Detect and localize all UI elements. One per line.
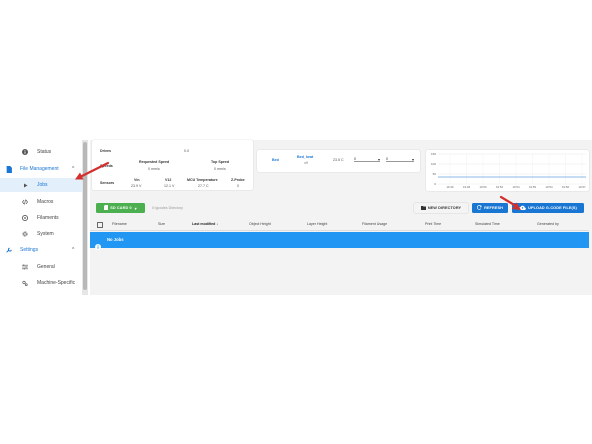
- bed-link[interactable]: Bed: [272, 158, 279, 162]
- chart-x-tick: 19:54: [546, 185, 553, 189]
- info-icon: [22, 149, 28, 155]
- directory-path: 0:/gcodes Directory: [152, 206, 183, 210]
- new-directory-label: NEW DIRECTORY: [427, 206, 462, 210]
- chart-y-tick: 0: [434, 182, 436, 186]
- sidebar-item-label: Status: [37, 149, 52, 155]
- sidebar-group-file-management[interactable]: File Management ^: [0, 162, 82, 176]
- vin-label: Vin: [134, 178, 140, 182]
- active-temp-value: 0: [354, 157, 356, 161]
- sidebar-item-filaments[interactable]: Filaments: [0, 211, 82, 225]
- chart-y-tick: 50: [433, 172, 437, 176]
- sidebar-item-status[interactable]: Status: [0, 145, 82, 159]
- chart-y-tick: 100: [431, 162, 436, 166]
- sidebar-item-label: Jobs: [37, 182, 48, 188]
- disc-icon: [22, 215, 28, 221]
- column-simulated-time[interactable]: Simulated Time: [475, 222, 500, 226]
- mcu-temperature-value: 27.7 C: [198, 184, 209, 188]
- upload-label: UPLOAD G-CODE FILE(S): [528, 206, 577, 210]
- folder-add-icon: [420, 205, 426, 211]
- heater-card: Bed Bed_heat off 23.5 C 0 ▾ 0 ▾: [257, 150, 420, 172]
- wrench-icon: [6, 247, 12, 253]
- chart-x-tick: 19:50: [480, 185, 487, 189]
- play-icon: [22, 182, 28, 188]
- v12-value: 12.1 V: [164, 184, 175, 188]
- new-directory-button[interactable]: NEW DIRECTORY: [414, 203, 468, 213]
- column-filament-usage[interactable]: Filament Usage: [362, 222, 387, 226]
- drives-label: Drives: [100, 149, 111, 153]
- chart-x-tick: 19:48: [463, 185, 470, 189]
- refresh-icon: [477, 205, 482, 211]
- file-icon: [6, 165, 12, 173]
- annotation-arrow-jobs: [75, 161, 110, 180]
- chart-x-tick: 19:55: [529, 185, 536, 189]
- column-filename[interactable]: Filename: [112, 222, 127, 226]
- heater-state: off: [304, 161, 308, 165]
- active-temp-select[interactable]: 0 ▾: [354, 157, 380, 162]
- sliders-icon: [22, 264, 28, 270]
- column-last-modified[interactable]: Last modified ↓: [192, 222, 218, 226]
- column-object-height[interactable]: Object Height: [249, 222, 271, 226]
- bed-current-temp: 23.5 C: [333, 158, 344, 162]
- chart-x-tick: 19:54: [513, 185, 520, 189]
- sidebar-item-label: Filaments: [37, 215, 59, 221]
- chart-x-tick: 19:56: [562, 185, 569, 189]
- sidebar-item-macros[interactable]: Macros: [0, 195, 82, 209]
- annotation-arrow-upload: [499, 195, 521, 210]
- top-speed-label: Top Speed: [211, 160, 230, 164]
- sidebar-group-settings[interactable]: Settings ^: [0, 243, 82, 257]
- zprobe-label: Z-Probe: [231, 178, 245, 182]
- sidebar: Status File Management ^ Jobs Macros Fil…: [0, 140, 82, 295]
- sidebar-item-general[interactable]: General: [0, 260, 82, 274]
- v12-label: V12: [165, 178, 172, 182]
- gears-icon: [22, 280, 28, 286]
- sidebar-item-label: General: [37, 264, 55, 270]
- drives-value: 0.0: [184, 149, 189, 153]
- column-last-modified-label: Last modified: [192, 222, 216, 226]
- chart-y-tick: 150: [431, 152, 436, 156]
- column-generated-by[interactable]: Generated by: [537, 222, 559, 226]
- standby-temp-select[interactable]: 0 ▾: [386, 157, 414, 162]
- sidebar-group-label: File Management: [20, 166, 59, 172]
- gear-icon: [22, 231, 28, 237]
- top-speed-value: 0 mm/s: [214, 167, 226, 171]
- requested-speed-value: 0 mm/s: [148, 167, 160, 171]
- mcu-temperature-label: MCU Temperature: [187, 178, 218, 182]
- heater-name-link[interactable]: Bed_heat: [297, 155, 313, 159]
- column-print-time[interactable]: Print Time: [425, 222, 441, 226]
- chevron-down-icon: ▾: [134, 206, 137, 211]
- sidebar-item-machine-specific[interactable]: Machine-Specific: [0, 276, 82, 290]
- table-header-divider: [90, 230, 589, 231]
- sd-card-icon: [104, 205, 109, 211]
- sidebar-item-system[interactable]: System: [0, 227, 82, 241]
- sidebar-item-label: Macros: [37, 199, 54, 205]
- select-all-checkbox[interactable]: [97, 222, 103, 228]
- no-jobs-text: No Jobs: [107, 237, 124, 242]
- sd-card-select-button[interactable]: SD CARD 0 ▾: [96, 203, 145, 213]
- info-icon: [95, 237, 101, 255]
- dropdown-arrow-icon: ▾: [377, 157, 380, 162]
- chart-x-tick: 19:57: [579, 185, 586, 189]
- chart-x-tick: 19:52: [496, 185, 503, 189]
- sidebar-item-label: System: [37, 231, 54, 237]
- zprobe-value: 0: [237, 184, 239, 188]
- dropdown-arrow-icon: ▾: [411, 157, 414, 162]
- standby-temp-value: 0: [386, 157, 388, 161]
- requested-speed-label: Requested Speed: [139, 160, 170, 164]
- temperature-chart: 150 100 50 0 19:46 19:48 19:50 19:52 19:54 19:55 1…: [431, 152, 586, 189]
- code-icon: [22, 199, 28, 205]
- vin-value: 23.9 V: [131, 184, 142, 188]
- sd-card-label: SD CARD 0: [110, 206, 132, 210]
- no-jobs-banner: No Jobs: [90, 232, 589, 250]
- temperature-chart-card: 150 100 50 0 19:46 19:48 19:50 19:52 19:54 19:55 1…: [426, 150, 589, 191]
- sort-arrow-icon: ↓: [216, 222, 219, 226]
- chart-x-tick: 19:46: [447, 185, 454, 189]
- sidebar-item-label: Machine-Specific: [37, 280, 76, 286]
- main-content: Drives 0.0 Speeds Requested Speed 0 mm/s…: [90, 140, 592, 295]
- column-size[interactable]: Size: [158, 222, 165, 226]
- sidebar-group-label: Settings: [20, 247, 39, 253]
- chevron-up-icon: ^: [72, 247, 75, 253]
- sidebar-item-jobs[interactable]: Jobs: [0, 178, 82, 192]
- machine-status-card: Drives 0.0 Speeds Requested Speed 0 mm/s…: [92, 140, 253, 190]
- column-layer-height[interactable]: Layer Height: [307, 222, 327, 226]
